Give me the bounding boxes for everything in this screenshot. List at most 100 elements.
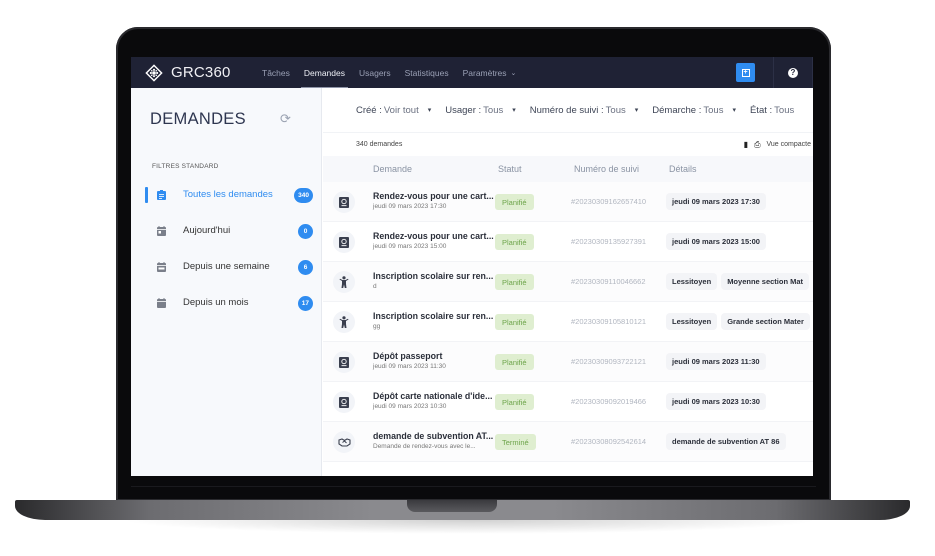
table-row[interactable]: Rendez-vous pour une cart... jeudi 09 mar… [323, 222, 813, 262]
table-row[interactable]: Dépôt passeport jeudi 09 mars 2023 11:30 P… [323, 342, 813, 382]
page-title: DEMANDES [150, 110, 246, 128]
count-badge: 17 [297, 296, 313, 311]
details-chips: jeudi 09 mars 2023 10:30 [666, 393, 770, 410]
request-subtitle: jeudi 09 mars 2023 15:00 [373, 243, 447, 250]
count-badge: 340 [294, 188, 313, 203]
sidebar-item-toutes[interactable]: Toutes les demandes 340 [145, 185, 313, 207]
nav-parametres[interactable]: Paramètres ⌄ [456, 57, 524, 88]
filter-numero-suivi[interactable]: Numéro de suivi : Tous ▾ [530, 105, 639, 116]
laptop-bezel-line [131, 486, 816, 487]
status-badge: Planifié [495, 394, 534, 410]
section-label: FILTRES STANDARD [152, 163, 219, 170]
tracking-number: #20230309105810121 [571, 317, 647, 326]
details-chips: Lessitoyen Moyenne section Mat [666, 273, 813, 290]
request-title: Dépôt carte nationale d'ide... [373, 391, 493, 401]
filter-value: Tous [483, 104, 504, 116]
detail-chip: jeudi 09 mars 2023 10:30 [666, 393, 766, 410]
sidebar-item-mois[interactable]: Depuis un mois 17 [145, 293, 313, 315]
table-row[interactable]: Dépôt carte nationale d'ide... jeudi 09 m… [323, 382, 813, 422]
filter-value: Tous [774, 104, 795, 116]
request-subtitle: jeudi 09 mars 2023 10:30 [373, 403, 447, 410]
filter-etat[interactable]: État : Tous [750, 105, 794, 116]
laptop-shadow [120, 520, 820, 534]
filter-label: Créé : [356, 104, 382, 116]
main-content: Créé : Voir tout ▾ Usager : Tous ▾ Numér… [323, 88, 813, 476]
filter-value: Tous [703, 104, 724, 116]
help-button[interactable]: ? [774, 57, 812, 88]
table-row[interactable]: Inscription scolaire sur ren... d Planifié… [323, 262, 813, 302]
export-file-icon[interactable]: ▮ [744, 140, 748, 149]
child-icon [333, 311, 355, 333]
caret-down-icon: ▾ [427, 107, 432, 114]
table-row[interactable]: demande de subvention AT... Demande de re… [323, 422, 813, 462]
refresh-icon[interactable]: ⟳ [280, 111, 291, 127]
request-title: demande de subvention AT... [373, 431, 494, 441]
handshake-icon [333, 431, 355, 453]
sidebar-item-label: Depuis une semaine [183, 261, 270, 272]
request-subtitle: Demande de rendez-vous avec le... [373, 443, 476, 450]
calendar-icon [157, 298, 166, 308]
status-badge: Planifié [495, 274, 534, 290]
clipboard-list-icon [157, 190, 166, 200]
nav-usagers[interactable]: Usagers [352, 57, 398, 88]
detail-chip: demande de subvention AT 86 [666, 433, 786, 450]
logo-icon [145, 63, 163, 82]
filter-cree[interactable]: Créé : Voir tout ▾ [356, 105, 431, 116]
add-button[interactable]: + [736, 63, 755, 82]
status-badge: Planifié [495, 314, 534, 330]
details-chips: demande de subvention AT 86 [666, 433, 790, 450]
request-subtitle: jeudi 09 mars 2023 17:30 [373, 203, 447, 210]
compact-view-toggle[interactable]: Vue compacte [767, 141, 812, 148]
passport-icon [333, 231, 355, 253]
top-navbar: GRC360 Tâches Demandes Usagers Statistiq… [131, 57, 813, 88]
request-title: Rendez-vous pour une cart... [373, 191, 494, 201]
column-header-details[interactable]: Détails [669, 164, 697, 174]
list-toolbar: 340 demandes ▮ ⎙ Vue compacte [323, 132, 813, 156]
request-subtitle: d [373, 283, 377, 290]
calendar-week-icon [157, 262, 166, 272]
filter-label: Usager : [445, 104, 482, 116]
child-icon [333, 271, 355, 293]
print-icon[interactable]: ⎙ [754, 140, 760, 150]
passport-icon [333, 191, 355, 213]
table-row[interactable]: Rendez-vous pour une cart... jeudi 09 mar… [323, 182, 813, 222]
column-header-demande[interactable]: Demande [373, 164, 412, 174]
sidebar-item-aujourdhui[interactable]: Aujourd'hui 0 [145, 221, 313, 243]
request-subtitle: jeudi 09 mars 2023 11:30 [373, 363, 446, 370]
tracking-number: #20230309092019466 [571, 397, 647, 406]
table-row[interactable]: Inscription scolaire sur ren... gg Planifi… [323, 302, 813, 342]
sidebar-item-label: Aujourd'hui [183, 225, 231, 236]
filter-label: Numéro de suivi : [529, 104, 604, 116]
tracking-number: #20230309110046662 [571, 277, 646, 286]
filter-label: Démarche : [652, 104, 702, 116]
passport-icon [333, 351, 355, 373]
detail-chip: jeudi 09 mars 2023 15:00 [666, 233, 766, 250]
nav-parametres-label: Paramètres [462, 67, 507, 78]
app-screen: GRC360 Tâches Demandes Usagers Statistiq… [131, 57, 813, 476]
nav-statistiques[interactable]: Statistiques [398, 57, 456, 88]
brand-name: GRC360 [171, 64, 231, 81]
request-subtitle: gg [373, 323, 381, 330]
detail-chip: Lessitoyen [666, 273, 718, 290]
sidebar-item-semaine[interactable]: Depuis une semaine 6 [145, 257, 313, 279]
nav-actions: + ? [736, 57, 813, 88]
request-list: Rendez-vous pour une cart... jeudi 09 mar… [323, 182, 813, 462]
filter-demarche[interactable]: Démarche : Tous ▾ [652, 105, 736, 116]
column-header-statut[interactable]: Statut [498, 164, 522, 174]
brand[interactable]: GRC360 [145, 63, 255, 82]
request-title: Inscription scolaire sur ren... [373, 311, 494, 321]
detail-chip: Grande section Mater [721, 313, 810, 330]
details-chips: jeudi 09 mars 2023 15:00 [666, 233, 770, 250]
filter-usager[interactable]: Usager : Tous ▾ [445, 105, 516, 116]
status-badge: Planifié [495, 194, 534, 210]
request-title: Dépôt passeport [373, 351, 443, 361]
detail-chip: jeudi 09 mars 2023 11:30 [666, 353, 766, 370]
column-header-numero[interactable]: Numéro de suivi [574, 164, 639, 174]
question-circle-icon: ? [788, 67, 798, 78]
tracking-number: #20230308092542614 [571, 437, 647, 446]
nav-demandes[interactable]: Demandes [297, 57, 352, 88]
chevron-down-icon: ⌄ [510, 69, 517, 77]
nav-taches[interactable]: Tâches [255, 57, 297, 88]
details-chips: jeudi 09 mars 2023 11:30 [666, 353, 770, 370]
calendar-day-icon [157, 226, 166, 236]
